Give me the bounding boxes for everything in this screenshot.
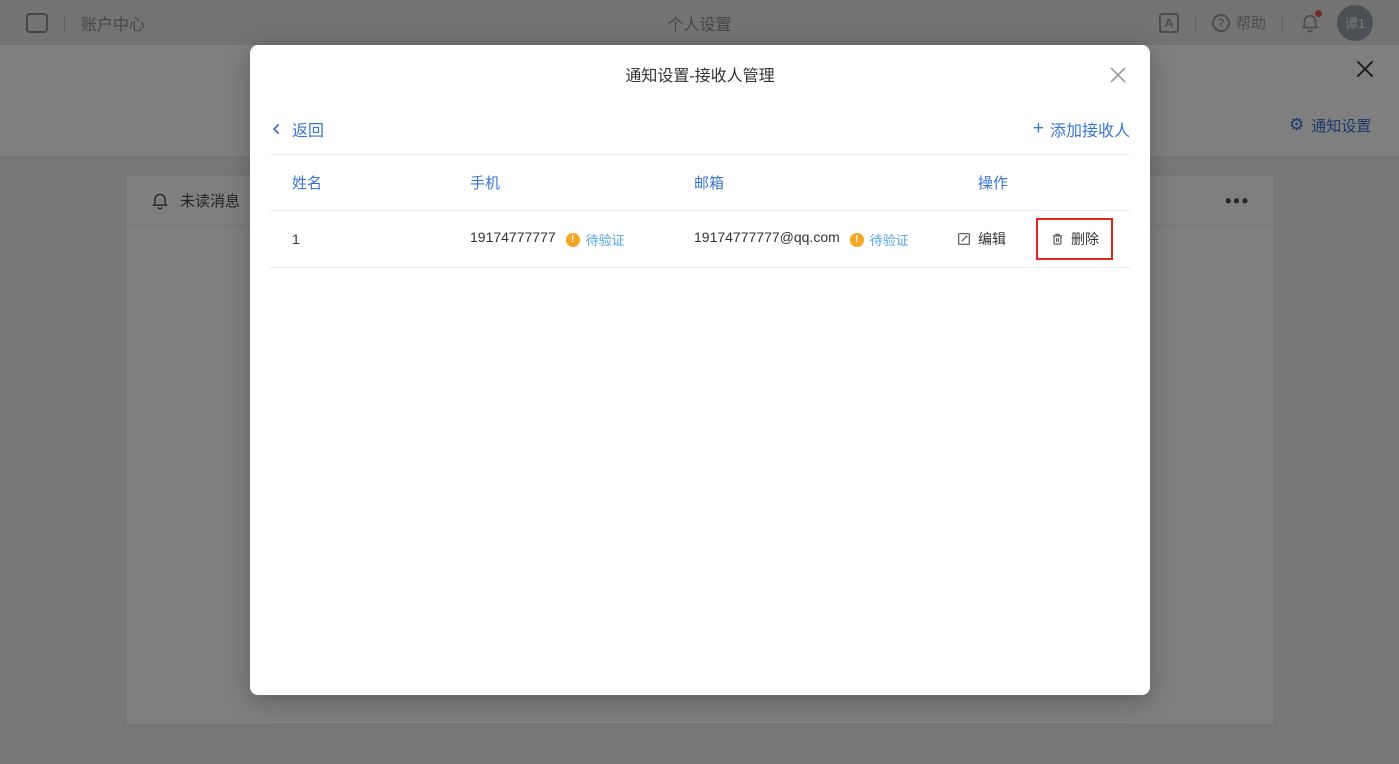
- warning-icon: !: [566, 233, 580, 247]
- recipient-management-modal: 通知设置-接收人管理 返回 + 添加接收人 姓名 手机 邮箱 操作: [250, 45, 1150, 695]
- add-recipient-label: 添加接收人: [1050, 117, 1130, 141]
- column-header-name: 姓名: [270, 172, 448, 193]
- phone-verify-status-link[interactable]: 待验证: [586, 230, 625, 249]
- modal-title: 通知设置-接收人管理: [625, 62, 774, 86]
- close-icon: [1106, 63, 1130, 87]
- back-label: 返回: [292, 117, 324, 141]
- edit-button[interactable]: 编辑: [956, 229, 1006, 249]
- delete-highlight-box: 删除: [1036, 218, 1113, 260]
- recipient-name: 1: [270, 231, 448, 247]
- add-recipient-button[interactable]: + 添加接收人: [1033, 117, 1130, 141]
- table-row: 1 19174777777! 待验证 19174777777@qq.com! 待验证…: [270, 211, 1130, 268]
- recipient-email: 19174777777@qq.com: [694, 229, 840, 245]
- email-verify-status-link[interactable]: 待验证: [870, 230, 909, 249]
- modal-toolbar: 返回 + 添加接收人: [270, 103, 1130, 155]
- chevron-left-icon: [270, 121, 284, 137]
- column-header-phone: 手机: [448, 172, 672, 193]
- warning-icon: !: [850, 233, 864, 247]
- modal-close-button[interactable]: [1106, 63, 1130, 87]
- modal-titlebar: 通知设置-接收人管理: [250, 45, 1150, 103]
- edit-icon: [956, 231, 972, 247]
- column-header-actions: 操作: [956, 172, 1130, 193]
- plus-icon: +: [1033, 119, 1044, 138]
- delete-label: 删除: [1071, 229, 1099, 249]
- delete-button[interactable]: 删除: [1050, 229, 1099, 249]
- edit-label: 编辑: [978, 229, 1006, 249]
- trash-icon: [1050, 231, 1065, 247]
- back-button[interactable]: 返回: [270, 117, 324, 141]
- table-header-row: 姓名 手机 邮箱 操作: [270, 155, 1130, 211]
- column-header-email: 邮箱: [672, 172, 956, 193]
- recipient-phone: 19174777777: [470, 229, 556, 245]
